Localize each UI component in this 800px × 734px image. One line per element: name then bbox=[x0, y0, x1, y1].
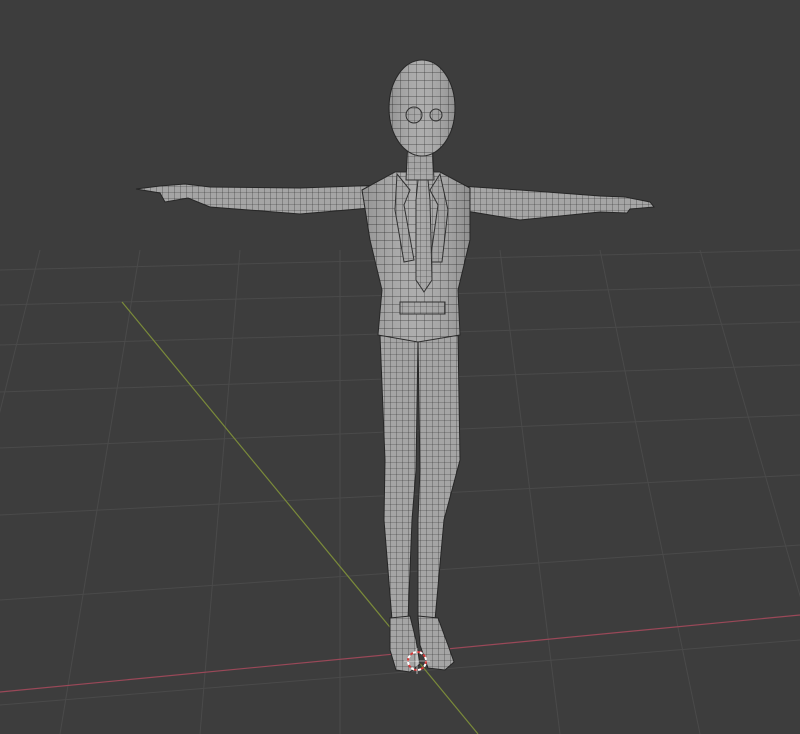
character-mesh[interactable] bbox=[135, 59, 655, 673]
right-leg bbox=[417, 334, 461, 621]
right-arm bbox=[444, 184, 655, 221]
mesh-shading bbox=[362, 60, 470, 342]
right-shoe bbox=[417, 615, 455, 671]
left-shoe bbox=[389, 615, 421, 673]
left-arm bbox=[135, 183, 386, 215]
3d-viewport[interactable] bbox=[0, 0, 800, 734]
left-leg bbox=[379, 334, 419, 621]
viewport-canvas[interactable] bbox=[0, 0, 800, 734]
